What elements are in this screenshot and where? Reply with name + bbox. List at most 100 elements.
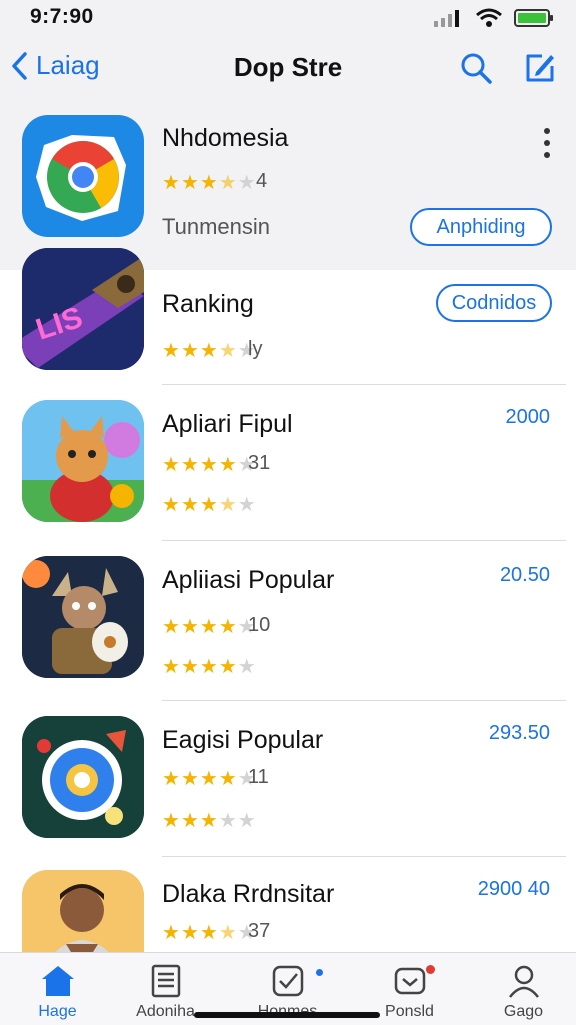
star-icon: ★ bbox=[199, 768, 219, 790]
back-label: Laiag bbox=[36, 50, 100, 80]
featured-rating-count: 4 bbox=[256, 170, 268, 192]
app-name-3: Eagisi Popular bbox=[162, 726, 324, 754]
tab-label: Hage bbox=[38, 1003, 77, 1020]
home-indicator bbox=[194, 1012, 380, 1018]
star-icon: ★ bbox=[199, 656, 219, 678]
star-icon: ★ bbox=[218, 172, 238, 194]
star-icon: ★ bbox=[180, 922, 200, 944]
star-icon: ★ bbox=[218, 454, 238, 476]
app-get-button-0[interactable]: Codnidos bbox=[436, 284, 552, 322]
list-divider bbox=[162, 540, 566, 541]
search-button[interactable] bbox=[458, 50, 494, 86]
star-icon: ★ bbox=[162, 810, 181, 832]
person-icon bbox=[508, 965, 539, 998]
star-icon: ★ bbox=[218, 494, 238, 516]
status-bar: 9:7:90 bbox=[0, 0, 576, 36]
featured-get-button[interactable]: Anphiding bbox=[410, 208, 552, 246]
compose-icon bbox=[526, 54, 554, 82]
chrome-logo-icon bbox=[36, 135, 126, 221]
app-price-4[interactable]: 2900 40 bbox=[478, 878, 550, 901]
checkbox-icon bbox=[272, 965, 303, 997]
star-icon: ★ bbox=[199, 340, 219, 362]
star-icon: ★ bbox=[218, 340, 238, 362]
featured-app[interactable]: Nhdomesia ★ ★ ★ ★ ★ 4 Tunmensin Anphiding bbox=[0, 100, 576, 270]
status-icons bbox=[434, 8, 554, 28]
star-icon: ★ bbox=[162, 768, 181, 790]
app-price-1[interactable]: 2000 bbox=[506, 406, 551, 429]
cat-character-icon bbox=[22, 400, 144, 522]
more-options-icon[interactable] bbox=[544, 128, 554, 164]
app-rating-secondary-2: ★ ★ ★ ★ ★ bbox=[162, 654, 257, 679]
star-icon: ★ bbox=[180, 454, 200, 476]
tab-profile[interactable]: Gago bbox=[466, 953, 576, 1025]
app-rating-secondary-1: ★ ★ ★ ★ ★ bbox=[162, 492, 257, 517]
featured-app-icon[interactable] bbox=[22, 115, 144, 237]
app-icon-warrior[interactable] bbox=[22, 556, 144, 678]
star-icon: ★ bbox=[199, 454, 219, 476]
star-icon: ★ bbox=[162, 454, 181, 476]
star-icon: ★ bbox=[180, 340, 200, 362]
star-icon: ★ bbox=[162, 656, 181, 678]
list-divider bbox=[162, 700, 566, 701]
wifi-icon bbox=[476, 8, 502, 27]
app-price-3[interactable]: 293.50 bbox=[489, 722, 550, 745]
map-pin-icon bbox=[22, 716, 144, 838]
star-icon: ★ bbox=[237, 810, 257, 832]
star-icon: ★ bbox=[218, 656, 238, 678]
star-icon: ★ bbox=[199, 172, 219, 194]
app-name-2: Apliiasi Popular bbox=[162, 566, 335, 594]
featured-subtitle: Tunmensin bbox=[162, 214, 271, 239]
star-icon: ★ bbox=[162, 340, 181, 362]
status-time: 9:7:90 bbox=[30, 5, 94, 28]
star-icon: ★ bbox=[218, 616, 238, 638]
star-icon: ★ bbox=[199, 616, 219, 638]
star-icon: ★ bbox=[162, 172, 181, 194]
star-icon: ★ bbox=[162, 616, 181, 638]
star-icon: ★ bbox=[180, 656, 200, 678]
app-icon-ranking[interactable]: LIS bbox=[22, 248, 144, 370]
notification-dot bbox=[316, 969, 323, 976]
featured-rating: ★ ★ ★ ★ ★ bbox=[162, 170, 257, 195]
compose-button[interactable] bbox=[522, 50, 558, 86]
star-icon: ★ bbox=[199, 922, 219, 944]
home-icon bbox=[41, 966, 74, 996]
star-icon: ★ bbox=[237, 656, 257, 678]
app-rating-count-1: 31 bbox=[248, 452, 271, 474]
tab-label: Gago bbox=[503, 1003, 544, 1020]
back-button[interactable]: Laiag bbox=[10, 50, 100, 81]
tab-home[interactable]: Hage bbox=[0, 953, 115, 1025]
signal-icon bbox=[434, 10, 459, 27]
app-price-2[interactable]: 20.50 bbox=[500, 564, 550, 587]
star-icon: ★ bbox=[162, 494, 181, 516]
app-rating-count-0: ly bbox=[248, 338, 263, 360]
navigation-bar: Laiag Dop Stre bbox=[0, 36, 576, 100]
star-icon: ★ bbox=[218, 922, 238, 944]
notification-badge bbox=[426, 965, 435, 974]
document-icon bbox=[151, 964, 180, 998]
star-icon: ★ bbox=[199, 810, 219, 832]
battery-icon bbox=[514, 9, 553, 27]
app-rating-count-3: 11 bbox=[248, 766, 269, 788]
star-icon: ★ bbox=[199, 494, 219, 516]
app-name-0: Ranking bbox=[162, 290, 254, 318]
featured-app-name: Nhdomesia bbox=[162, 124, 289, 152]
inbox-icon bbox=[394, 967, 425, 995]
app-name-1: Apliari Fipul bbox=[162, 410, 293, 438]
star-icon: ★ bbox=[180, 494, 200, 516]
star-icon: ★ bbox=[162, 922, 181, 944]
star-icon: ★ bbox=[218, 768, 238, 790]
app-name-4: Dlaka Rrdnsitar bbox=[162, 880, 335, 908]
star-icon: ★ bbox=[180, 616, 200, 638]
search-icon bbox=[461, 53, 492, 84]
chevron-left-icon bbox=[12, 51, 27, 80]
app-rating-count-4: 37 bbox=[248, 920, 271, 942]
star-icon: ★ bbox=[180, 768, 200, 790]
list-divider bbox=[162, 856, 566, 857]
star-icon: ★ bbox=[218, 810, 238, 832]
star-icon: ★ bbox=[237, 494, 257, 516]
app-icon-cat[interactable] bbox=[22, 400, 144, 522]
app-icon-pin[interactable] bbox=[22, 716, 144, 838]
warrior-character-icon bbox=[22, 556, 144, 678]
star-icon: ★ bbox=[180, 810, 200, 832]
star-icon: ★ bbox=[180, 172, 200, 194]
